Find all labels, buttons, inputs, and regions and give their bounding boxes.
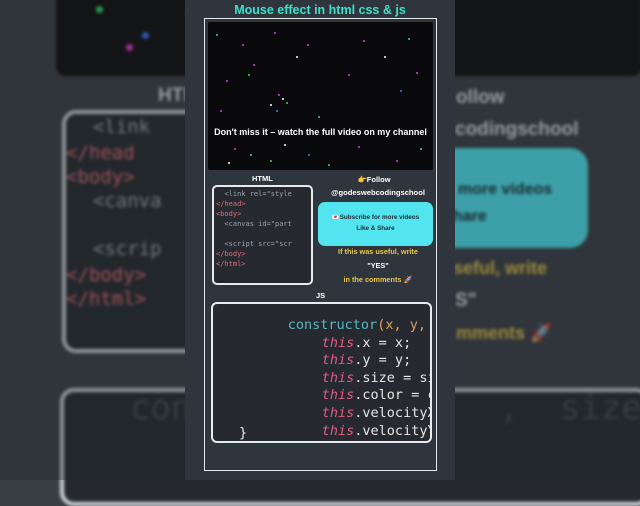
particle — [328, 164, 330, 166]
particle — [216, 34, 218, 36]
yes-text: "YES" — [367, 261, 389, 270]
html-section-label: HTML — [252, 174, 273, 183]
particle — [348, 74, 350, 76]
particle — [307, 44, 309, 46]
particle — [396, 160, 398, 162]
particle — [420, 148, 422, 150]
particle — [276, 110, 278, 112]
code-line: </html> — [216, 260, 246, 268]
particle — [242, 44, 244, 46]
particle — [270, 160, 272, 162]
particle — [286, 102, 288, 104]
comments-text: in the comments 🚀 — [343, 275, 413, 284]
particle — [253, 64, 255, 66]
particle — [278, 94, 280, 96]
particle — [363, 40, 365, 42]
code-line: </body> — [216, 250, 246, 258]
code-line: this.velocityY = ve — [273, 407, 432, 441]
particle — [416, 72, 418, 74]
particle — [282, 98, 284, 100]
subscribe-button[interactable]: 💌Subscribe for more videos Like & Share — [318, 202, 433, 246]
closing-brace: } — [239, 425, 248, 441]
html-code-snippet: <link rel="style </head> <body> <canvas … — [212, 185, 313, 285]
js-code-snippet: constructor(x, y, size this.x = x; this.… — [211, 302, 432, 443]
particle — [220, 110, 222, 112]
video-caption: Don't miss it – watch the full video on … — [214, 127, 427, 137]
follow-label: 👉Follow — [357, 175, 391, 184]
subscribe-line: 💌Subscribe for more videos — [331, 214, 420, 221]
video-preview[interactable]: Don't miss it – watch the full video on … — [208, 22, 433, 170]
particle — [400, 90, 402, 92]
short-panel: Mouse effect in html css & js Don't miss… — [185, 0, 455, 480]
code-line: <body> — [216, 210, 242, 218]
particle — [358, 146, 360, 148]
code-text: .velocityY = ve — [354, 423, 432, 439]
particle — [384, 56, 386, 58]
js-section-label: JS — [316, 291, 326, 300]
code-line: </head> — [216, 200, 246, 208]
this-keyword: this — [321, 423, 355, 439]
like-share-line: Like & Share — [356, 225, 395, 232]
particle — [226, 80, 228, 82]
particle — [228, 162, 230, 164]
useful-text: If this was useful, write — [338, 247, 418, 256]
particle — [408, 38, 410, 40]
particle — [270, 104, 272, 106]
particle — [248, 74, 250, 76]
code-line: <link rel="style — [216, 190, 292, 198]
particle — [308, 154, 310, 156]
particle — [250, 154, 252, 156]
particle — [296, 56, 298, 58]
particle — [318, 116, 320, 118]
code-line: <canvas id="part — [216, 220, 292, 228]
particle — [284, 144, 286, 146]
code-line: <script src="scr — [216, 240, 292, 248]
particle — [234, 148, 236, 150]
particle — [274, 32, 276, 34]
channel-handle[interactable]: @godeswebcodingschool — [319, 188, 437, 197]
page-title: Mouse effect in html css & js — [234, 3, 406, 17]
